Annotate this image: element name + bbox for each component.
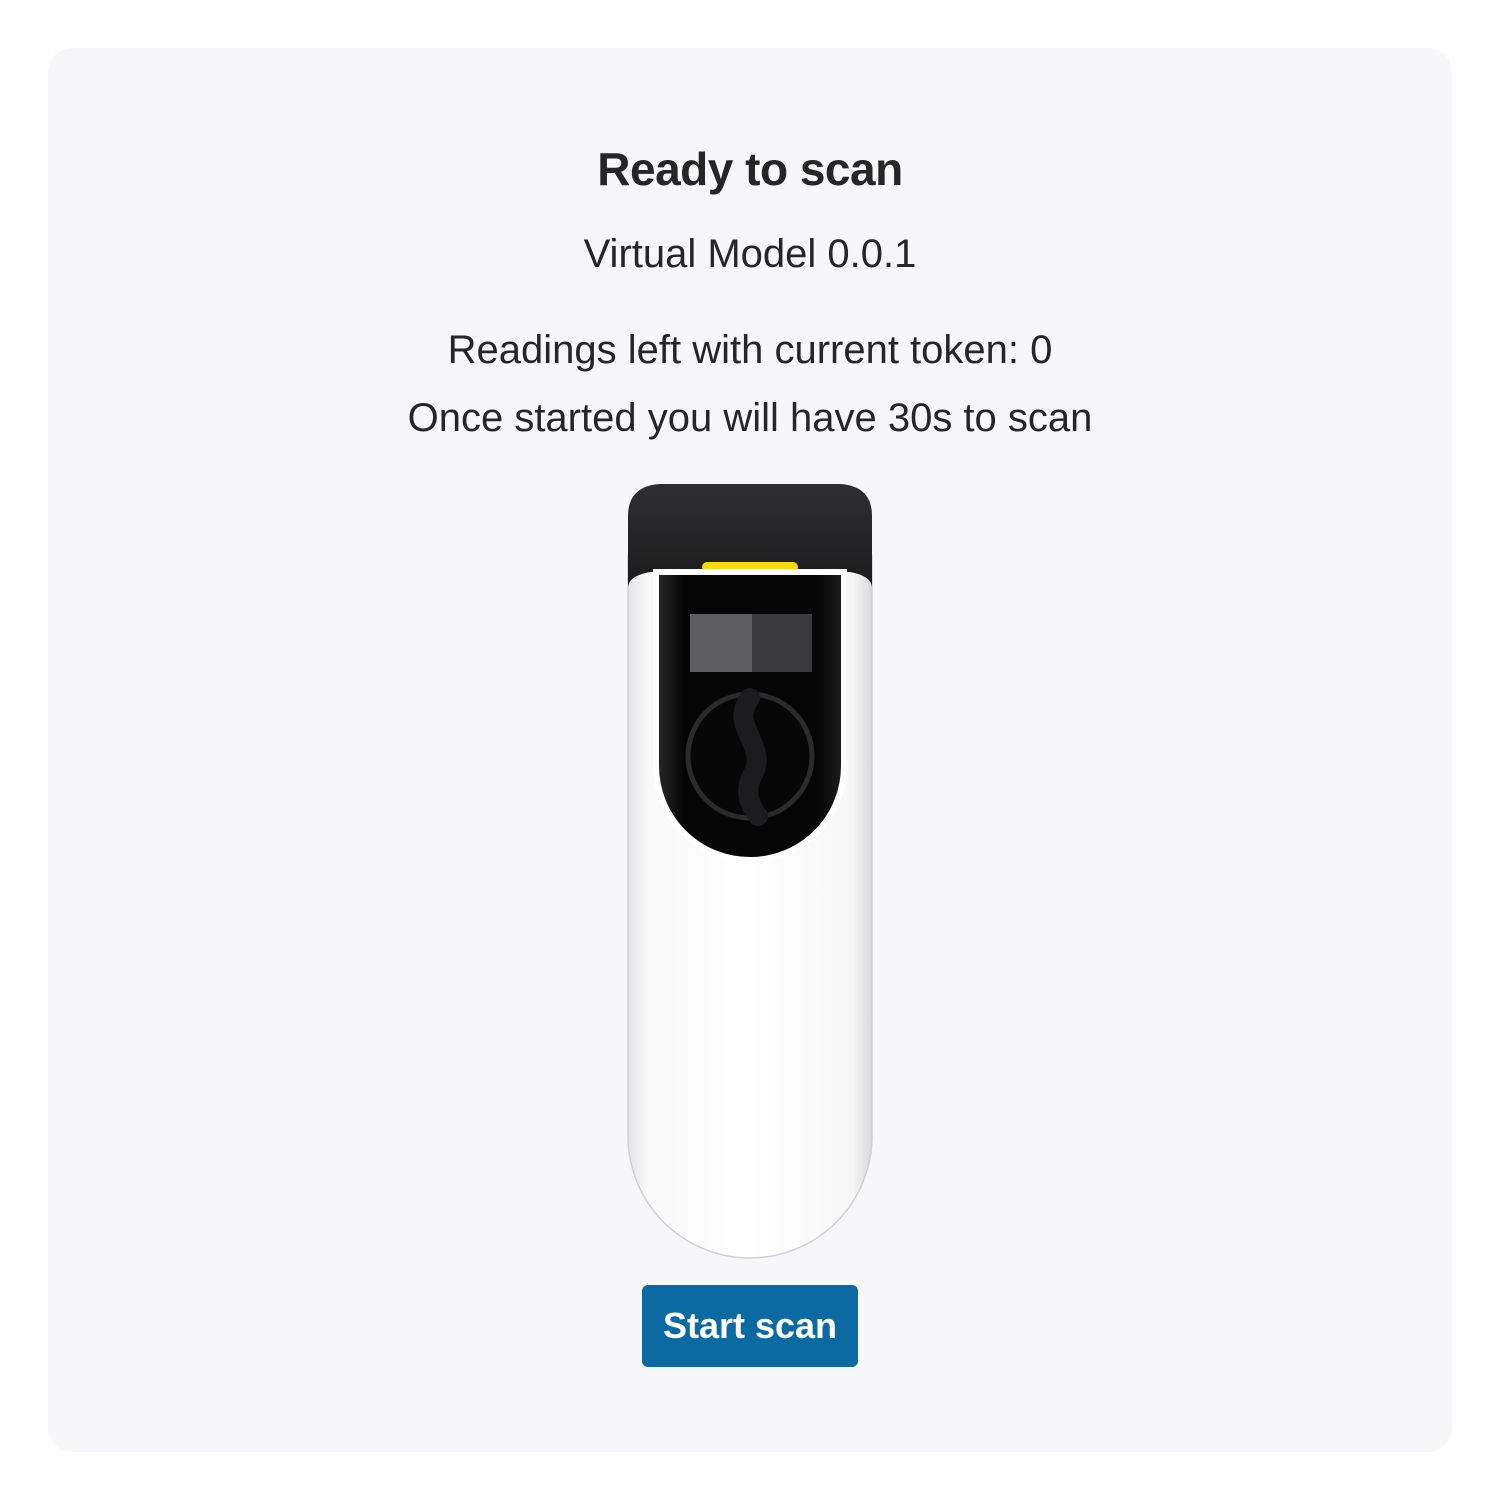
device-model-label: Virtual Model 0.0.1 [583,232,917,276]
readings-left-text: Readings left with current token: 0 [447,328,1053,372]
start-scan-button[interactable]: Start scan [642,1285,858,1367]
scan-time-limit-text: Once started you will have 30s to scan [407,396,1093,440]
sensor-left [690,614,752,672]
sensor-right [752,614,812,672]
fingerprint-scanner-device-image [627,484,873,1259]
page-title: Ready to scan [597,143,903,195]
